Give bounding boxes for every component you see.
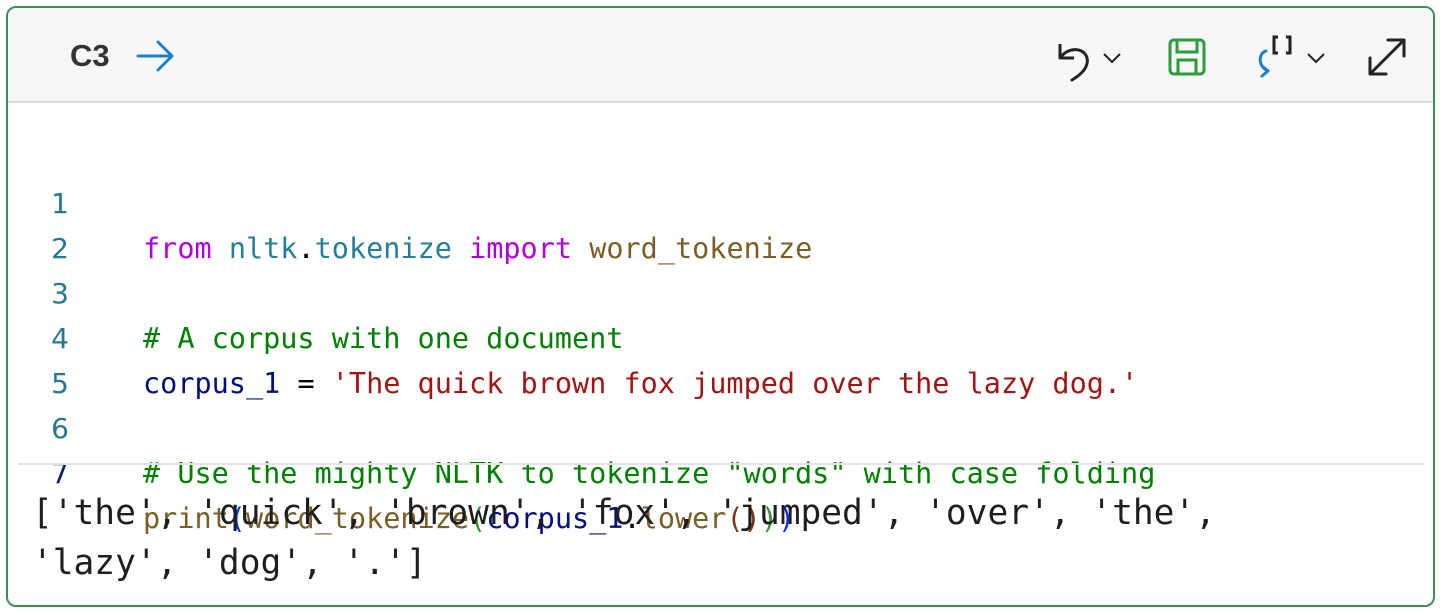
comment: # Use the mighty NLTK to tokenize "words…: [143, 457, 1156, 490]
cell-reference: C3: [70, 38, 110, 73]
run-arrow-icon[interactable]: [136, 38, 176, 74]
keyword-from: from: [143, 232, 212, 265]
code-line: 5: [8, 316, 111, 400]
code-line: 1 from nltk.tokenize import word_tokeniz…: [8, 136, 812, 265]
transform-dropdown-chevron-icon[interactable]: [1304, 48, 1328, 68]
dot: .: [297, 232, 315, 265]
cell-toolbar: C3: [8, 8, 1433, 103]
code-line: 7 print(word_tokenize(corpus_1.lower())): [8, 406, 795, 535]
code-line: 6 # Use the mighty NLTK to tokenize "wor…: [8, 361, 1155, 490]
assignment-operator: =: [280, 367, 332, 400]
variable-name: corpus_1: [143, 367, 281, 400]
expand-icon[interactable]: [1366, 36, 1408, 78]
output-divider: [18, 463, 1423, 465]
code-line: 4 corpus_1 = 'The quick brown fox jumped…: [8, 271, 1138, 400]
code-line: 3 # A corpus with one document: [8, 226, 623, 355]
string-literal: 'The quick brown fox jumped over the laz…: [331, 367, 1139, 400]
keyword-import: import: [469, 232, 573, 265]
code-cell[interactable]: C3 1 from nltk.tokenize import word_toke…: [6, 6, 1435, 607]
save-icon[interactable]: [1168, 38, 1206, 76]
comment: # A corpus with one document: [143, 322, 624, 355]
undo-icon[interactable]: [1054, 38, 1094, 82]
module-name: nltk: [228, 232, 298, 265]
cell-output: ['the', 'quick', 'brown', 'fox', 'jumped…: [32, 493, 1237, 583]
code-line: 2: [8, 181, 111, 265]
imported-name: word_tokenize: [589, 232, 813, 265]
undo-dropdown-chevron-icon[interactable]: [1100, 48, 1124, 68]
submodule-name: tokenize: [314, 232, 452, 265]
transform-icon[interactable]: [1248, 33, 1308, 79]
